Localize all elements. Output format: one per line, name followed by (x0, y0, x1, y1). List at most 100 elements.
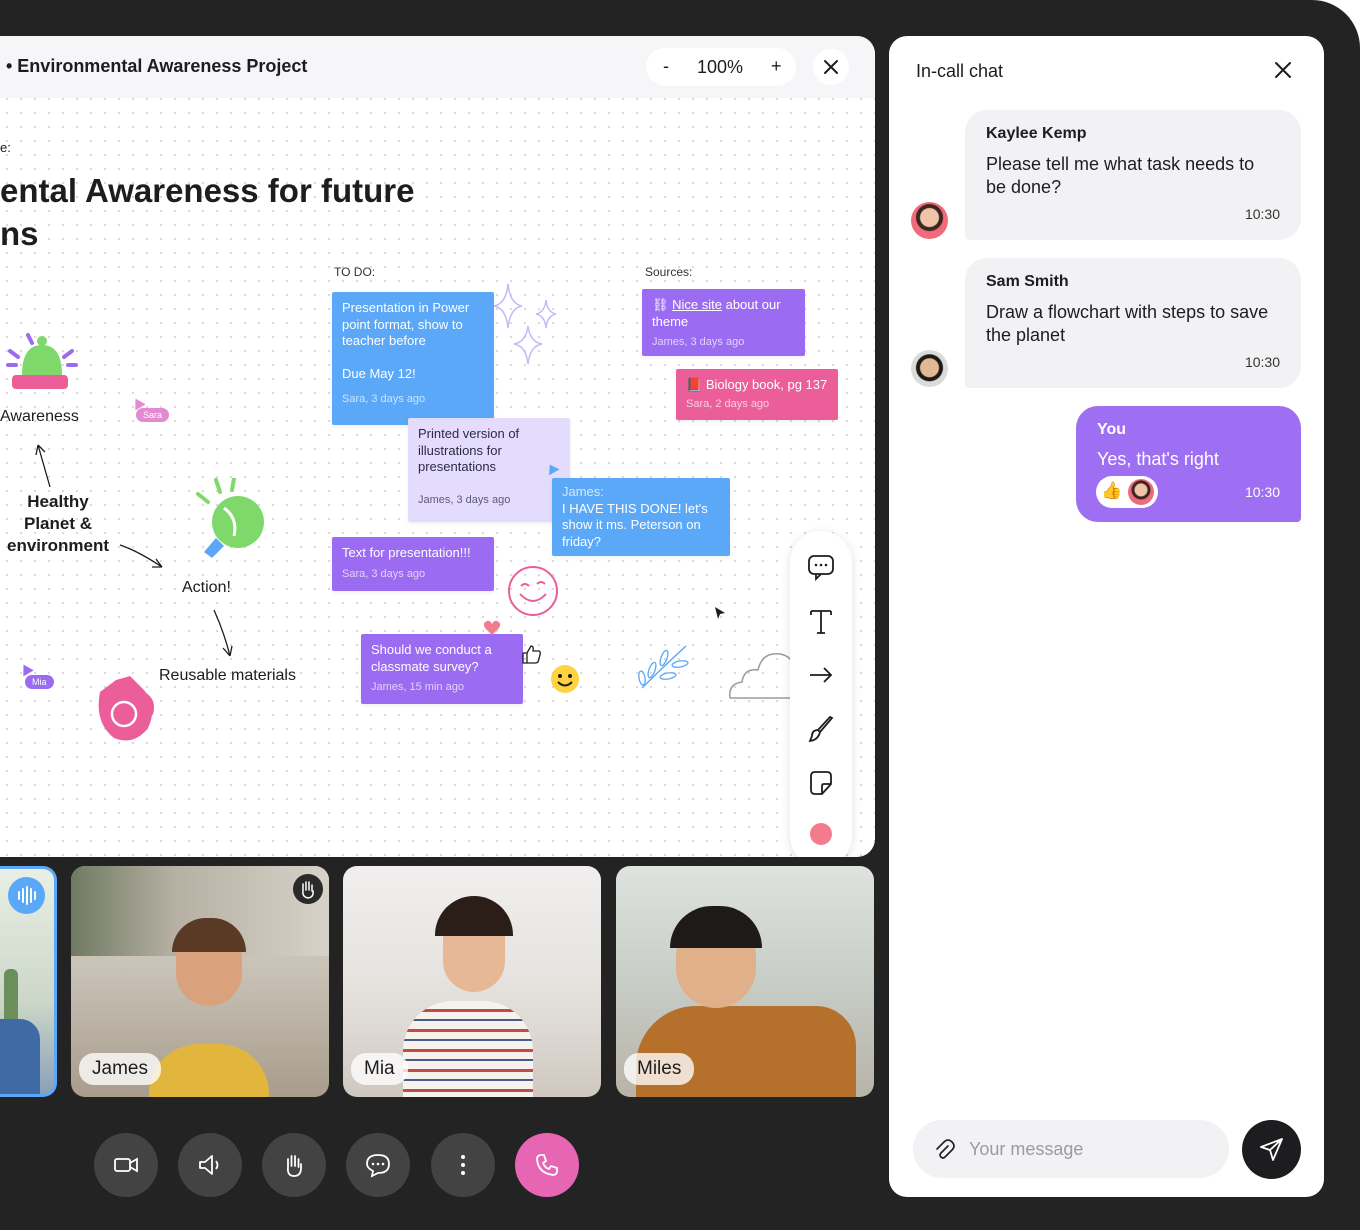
message-time: 10:30 (1244, 484, 1280, 500)
chat-message: Kaylee Kemp Please tell me what task nee… (965, 110, 1301, 240)
avatar (911, 350, 948, 387)
link-icon: ⛓ (652, 297, 673, 312)
speaker-button[interactable] (178, 1133, 242, 1197)
sticky-note-icon[interactable] (806, 768, 836, 798)
zoom-in-button[interactable]: + (771, 56, 782, 77)
participant-name: James (79, 1053, 161, 1085)
mindmap-node[interactable]: Awareness (0, 406, 79, 428)
raise-hand-button[interactable] (262, 1133, 326, 1197)
chat-message-own: You Yes, that's right 👍 10:30 (1076, 406, 1301, 522)
message-text: Yes, that's right (1097, 449, 1219, 469)
source-link[interactable]: Nice site (672, 297, 722, 312)
zoom-level: 100% (697, 57, 744, 77)
chat-title: In-call chat (916, 61, 1004, 81)
comment-icon[interactable] (806, 552, 836, 582)
note-meta: Sara, 2 days ago (686, 397, 770, 410)
camera-button[interactable] (94, 1133, 158, 1197)
recycle-jug-icon (98, 676, 154, 741)
whiteboard[interactable]: • Environmental Awareness Project - 100%… (0, 36, 875, 857)
message-author: Sam Smith (986, 273, 1069, 290)
heading-line: ental Awareness for future (0, 172, 415, 209)
mindmap-node[interactable]: Action! (182, 577, 231, 599)
leaf-doodle-icon (638, 645, 689, 689)
speaker-icon (199, 1155, 219, 1175)
video-tile[interactable]: Mia (343, 866, 601, 1097)
message-text: Draw a flowchart with steps to save the … (986, 302, 1269, 345)
topic-label: e: (0, 140, 11, 155)
smiley-doodle-icon (508, 566, 558, 616)
text-icon[interactable] (806, 606, 836, 636)
close-board-button[interactable] (813, 49, 849, 85)
chat-message: Sam Smith Draw a flowchart with steps to… (965, 258, 1301, 388)
cursor-tag: Mia (25, 675, 54, 689)
avatar (911, 202, 948, 239)
sticky-note[interactable]: Presentation in Power point format, show… (332, 292, 494, 425)
project-title: • Environmental Awareness Project (6, 56, 308, 76)
close-icon (824, 60, 838, 74)
note-meta: Sara, 3 days ago (342, 567, 426, 580)
end-call-button[interactable] (515, 1133, 579, 1197)
message-text: Please tell me what task needs to be don… (986, 154, 1255, 197)
cursor-tag: Sara (136, 408, 170, 422)
send-icon (1260, 1138, 1283, 1161)
zoom-out-button[interactable]: - (663, 56, 669, 77)
todo-label: TO DO: (334, 265, 376, 279)
send-button[interactable] (1242, 1120, 1301, 1179)
close-chat-icon[interactable] (1269, 56, 1297, 84)
bell-icon (6, 333, 78, 389)
message-input[interactable] (969, 1134, 1209, 1164)
sticky-note[interactable]: Should we conduct a classmate survey? Ja… (361, 634, 523, 704)
message-author: Kaylee Kemp (986, 125, 1087, 142)
emoji-smile-icon (551, 665, 579, 693)
raise-hand-icon (302, 881, 314, 899)
more-options-button[interactable] (431, 1133, 495, 1197)
chat-panel: In-call chat Kaylee Kemp Please tell me … (889, 36, 1324, 1197)
chat-button[interactable] (346, 1133, 410, 1197)
arrow-icon (119, 544, 163, 568)
arrow-tool-icon[interactable] (806, 660, 836, 690)
note-meta: James, 3 days ago (652, 336, 745, 348)
note-text: Should we conduct a classmate survey? (371, 642, 492, 674)
sparkle-icon (493, 283, 557, 365)
sticky-note[interactable]: James: I HAVE THIS DONE! let's show it m… (552, 478, 730, 556)
brush-icon[interactable] (806, 714, 836, 744)
participant-figure (0, 1019, 40, 1094)
note-text: Biology book, pg 137 (705, 377, 828, 392)
more-icon (461, 1155, 465, 1175)
message-input-container (913, 1120, 1229, 1178)
audio-wave-icon (18, 886, 36, 905)
participant-name: Miles (624, 1053, 695, 1085)
mindmap-node[interactable]: Healthy Planet & environment (6, 491, 110, 557)
sticky-note[interactable]: ⛓ Nice site about our theme James, 3 day… (642, 289, 805, 356)
message-reactions[interactable]: 👍 (1096, 476, 1158, 508)
participant-hair (435, 896, 513, 936)
color-swatch[interactable] (806, 819, 836, 849)
video-tile-active[interactable] (0, 866, 57, 1097)
chat-icon (366, 1154, 390, 1178)
video-tile[interactable]: James (71, 866, 329, 1097)
arrow-icon (35, 444, 51, 488)
heading-line: ns (0, 215, 39, 252)
participant-hair (670, 906, 762, 948)
note-author: James: (562, 484, 604, 499)
board-header: • Environmental Awareness Project - 100%… (0, 36, 875, 98)
sources-label: Sources: (645, 265, 693, 279)
thumbs-up-icon (522, 645, 541, 664)
camera-icon (114, 1157, 138, 1173)
mindmap-node[interactable]: Reusable materials (159, 665, 296, 687)
heart-icon (483, 620, 501, 635)
participant-figure (149, 1044, 269, 1097)
attachment-icon[interactable] (933, 1138, 957, 1162)
board-heading: ental Awareness for future ns (0, 169, 414, 255)
sticky-note[interactable]: 📕 Biology book, pg 137 Sara, 2 days ago (676, 369, 838, 420)
speaking-indicator (8, 877, 45, 914)
note-text: I HAVE THIS DONE! let's show it ms. Pete… (562, 500, 708, 549)
drawing-toolbar (790, 531, 852, 857)
arrow-icon (213, 609, 233, 657)
video-tile[interactable]: Miles (616, 866, 874, 1097)
zoom-control: - 100% + (646, 48, 796, 86)
cloud-doodle-icon (729, 653, 795, 699)
participant-figure (403, 1001, 533, 1097)
sticky-note[interactable]: Text for presentation!!! Sara, 3 days ag… (332, 537, 494, 591)
thumbs-up-reaction-icon: 👍 (1101, 481, 1123, 500)
